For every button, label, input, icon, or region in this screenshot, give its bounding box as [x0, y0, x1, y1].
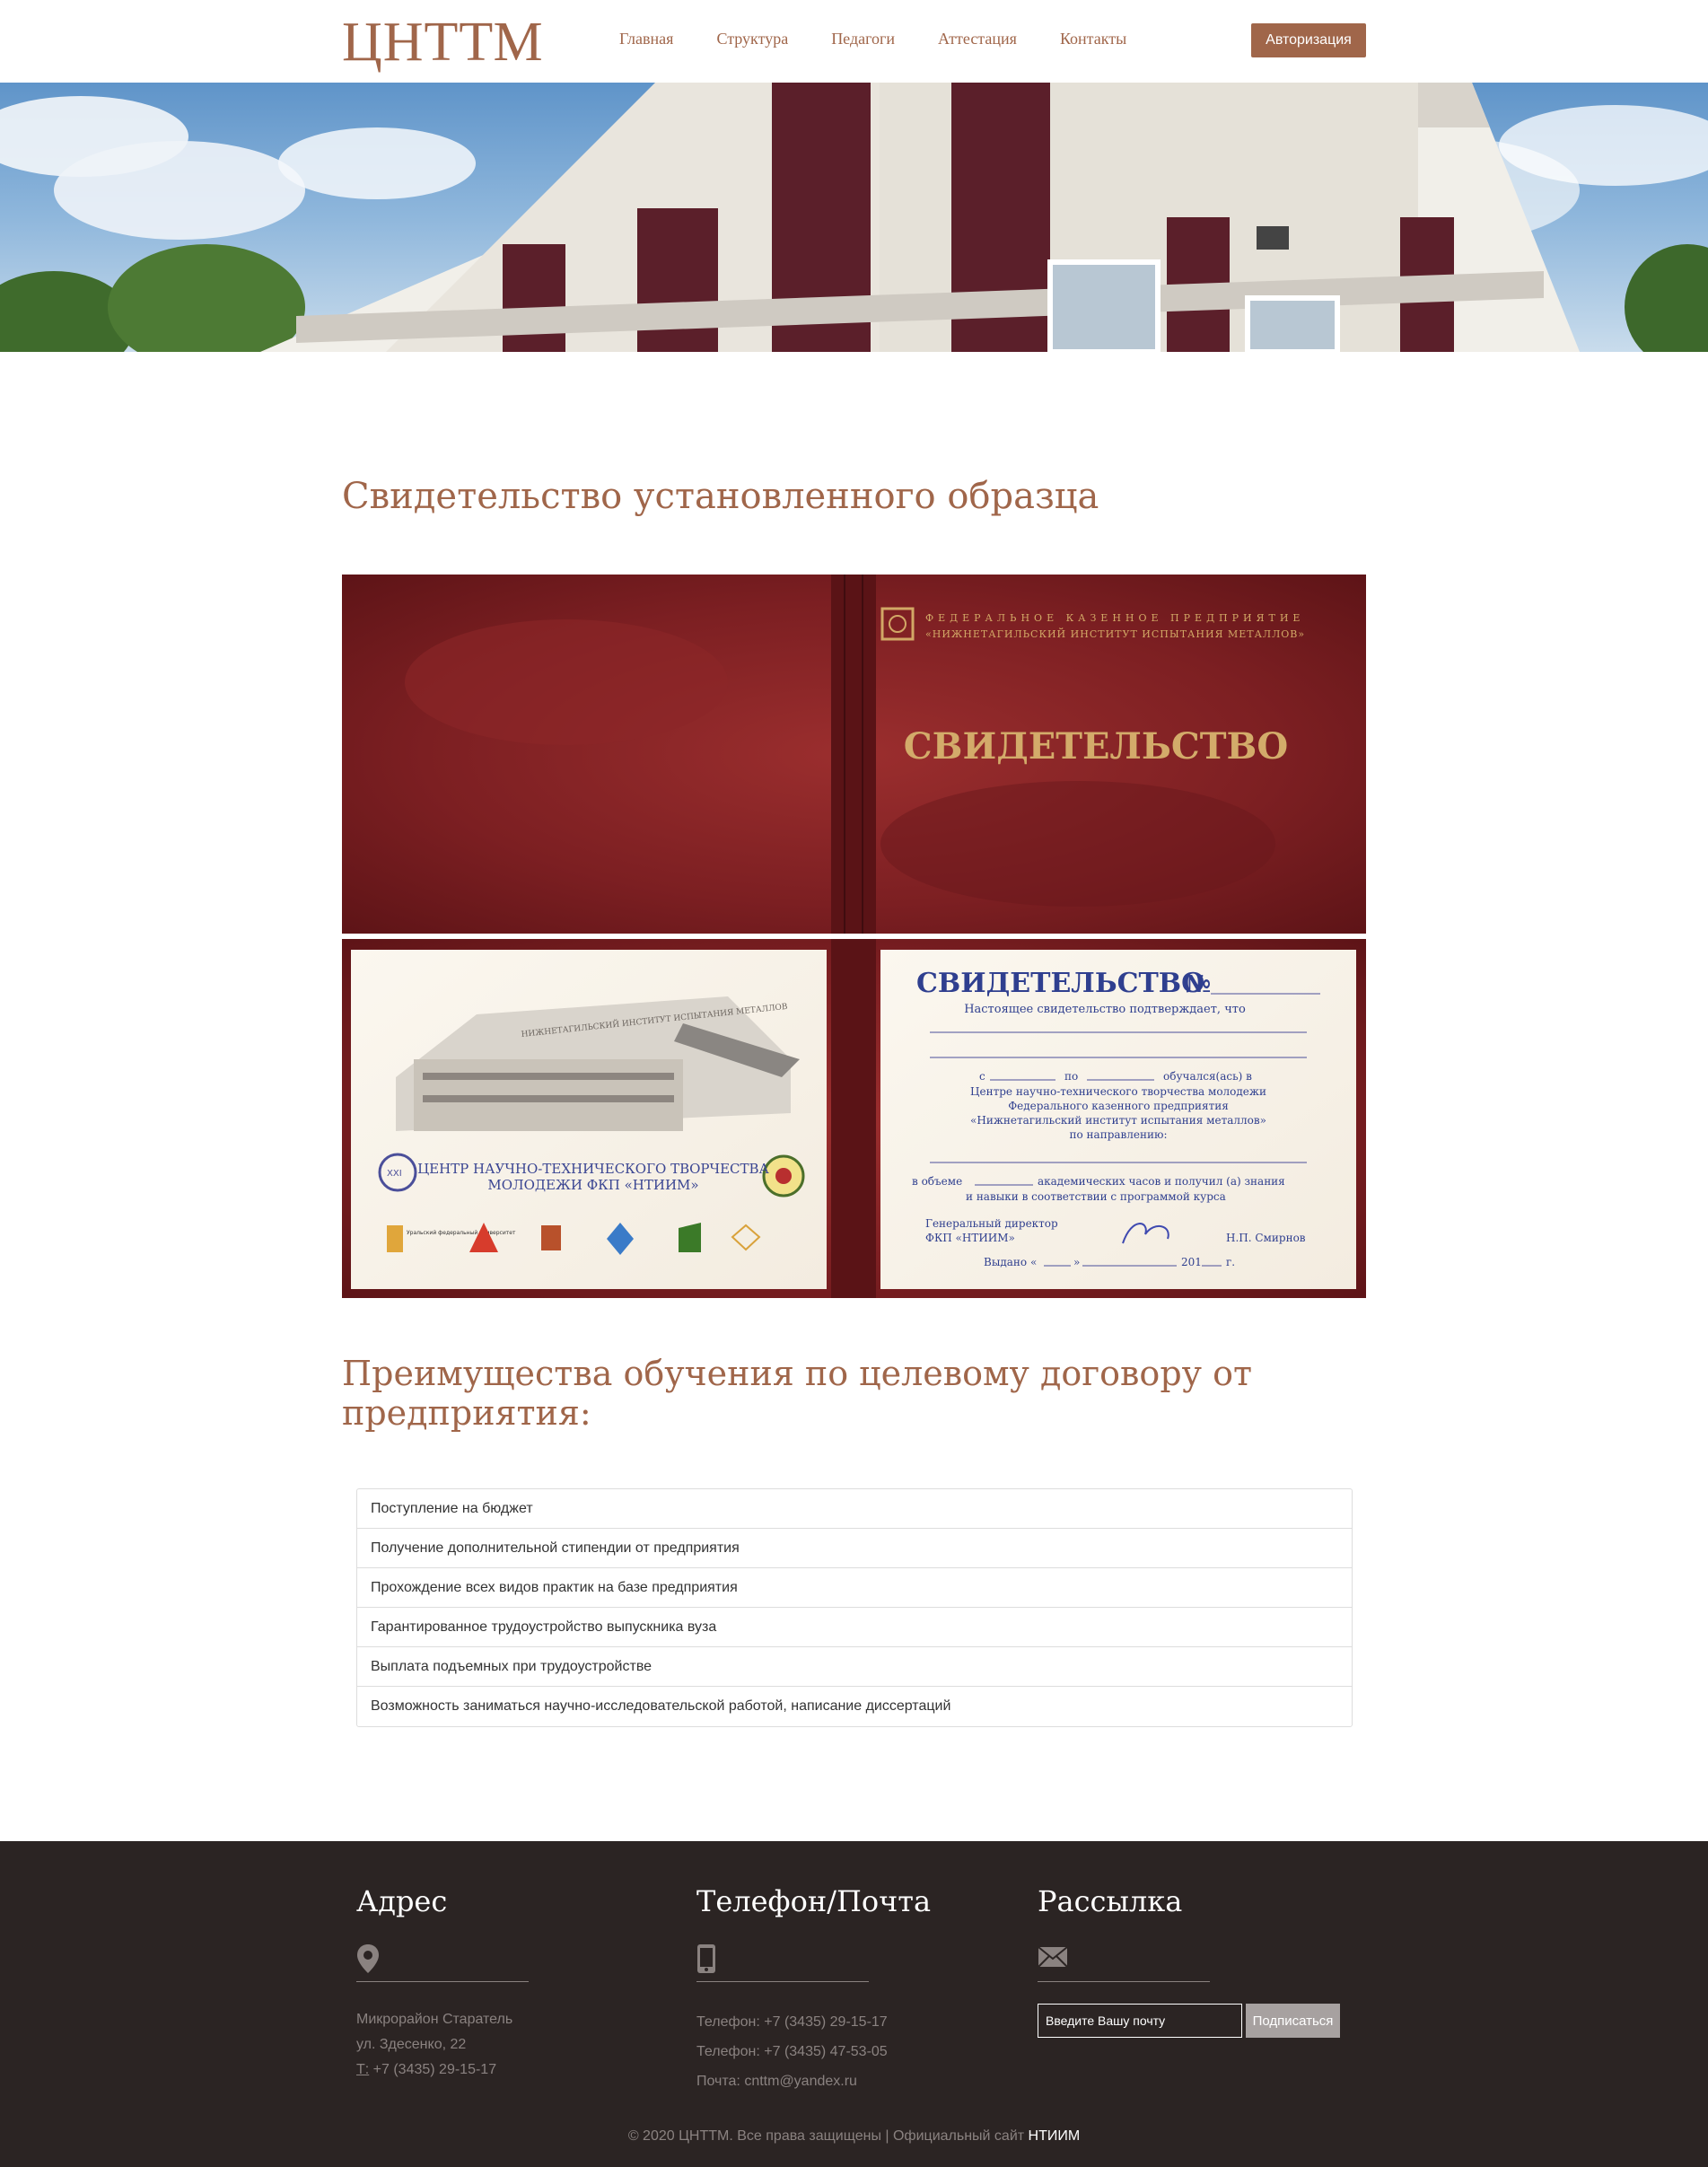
cover-org-text: «НИЖНЕТАГИЛЬСКИЙ ИНСТИТУТ ИСПЫТАНИЯ МЕТА…	[925, 627, 1305, 640]
contact-email[interactable]: Почта: cnttm@yandex.ru	[696, 2066, 1002, 2096]
page-title: Свидетельство установленного образца	[342, 476, 1099, 517]
benefits-title: Преимущества обучения по целевому догово…	[342, 1354, 1252, 1433]
subscribe-button[interactable]: Подписаться	[1246, 2004, 1340, 2038]
newsletter-title: Рассылка	[1038, 1884, 1183, 1918]
address-line: Микрорайон Старатель	[356, 2012, 513, 2027]
right-title: СВИДЕТЕЛЬСТВО	[916, 968, 1204, 999]
left-center-line1: ЦЕНТР НАУЧНО-ТЕХНИЧЕСКОГО ТВОРЧЕСТВА	[417, 1161, 769, 1177]
divider	[696, 1981, 869, 1982]
footer-contacts: Телефон/Почта Телефон: +7 (3435) 29-15-1…	[696, 1884, 1002, 2096]
nav-home[interactable]: Главная	[619, 30, 673, 48]
left-logo-text: Уральский федеральный университет	[407, 1230, 516, 1236]
contact-phone-2[interactable]: Телефон: +7 (3435) 47-53-05	[696, 2037, 1002, 2066]
right-volume-c: и навыки в соответствии с программой кур…	[966, 1190, 1226, 1203]
phone-prefix: Т:	[356, 2062, 370, 2077]
right-line4: по направлению:	[1070, 1128, 1168, 1141]
left-center-line2: МОЛОДЕЖИ ФКП «НТИИМ»	[487, 1177, 698, 1193]
divider	[356, 1981, 529, 1982]
right-director1: Генеральный директор	[925, 1217, 1058, 1230]
right-studied: обучался(ась) в	[1163, 1070, 1252, 1083]
right-director-name: Н.П. Смирнов	[1226, 1232, 1306, 1244]
main-nav: Главная Структура Педагоги Аттестация Ко…	[619, 30, 1169, 48]
right-to: по	[1064, 1070, 1078, 1083]
right-line2: Федерального казенного предприятия	[1008, 1100, 1229, 1112]
copyright-text: © 2020 ЦНТТМ. Все права защищены | Офици…	[627, 2128, 1029, 2144]
site-logo[interactable]: ЦНТТМ	[342, 11, 544, 75]
auth-button[interactable]: Авторизация	[1251, 23, 1366, 57]
right-volume-a: в объеме	[912, 1175, 962, 1188]
contact-phone-1[interactable]: Телефон: +7 (3435) 29-15-17	[696, 2007, 1002, 2037]
copyright: © 2020 ЦНТТМ. Все права защищены | Офици…	[0, 2128, 1708, 2145]
envelope-icon	[1038, 1943, 1343, 1976]
right-number-sign: №	[1186, 971, 1211, 998]
right-from: с	[979, 1070, 985, 1083]
footer-address: Адрес Микрорайон Старатель ул. Здесенко,…	[356, 1884, 661, 2083]
right-line3: «Нижнетагильский институт испытания мета…	[970, 1114, 1266, 1127]
contacts-title: Телефон/Почта	[696, 1884, 932, 1918]
divider	[1038, 1981, 1210, 1982]
right-director2: ФКП «НТИИМ»	[925, 1232, 1015, 1244]
right-year-suffix: г.	[1226, 1256, 1235, 1268]
footer-newsletter: Рассылка Подписаться	[1038, 1884, 1343, 2038]
subscribe-form: Подписаться	[1038, 2004, 1343, 2038]
certificate-illustration: ФЕДЕРАЛЬНОЕ КАЗЕННОЕ ПРЕДПРИЯТИЕ «НИЖНЕТ…	[342, 575, 1366, 1298]
email-input[interactable]	[1038, 2004, 1242, 2038]
list-item: Возможность заниматься научно-исследоват…	[371, 1698, 951, 1714]
right-issued: Выдано «	[984, 1256, 1037, 1268]
hero-building-image	[0, 83, 1708, 352]
phone-icon	[696, 1943, 1002, 1976]
benefits-list: Поступление на бюджет Получение дополнит…	[356, 1488, 1353, 1727]
list-item: Прохождение всех видов практик на базе п…	[357, 1568, 1352, 1608]
ntiim-link[interactable]: НТИИМ	[1029, 2128, 1081, 2144]
map-pin-icon	[356, 1943, 661, 1976]
nav-attestation[interactable]: Аттестация	[938, 30, 1017, 48]
footer: Адрес Микрорайон Старатель ул. Здесенко,…	[0, 1841, 1708, 2167]
nav-teachers[interactable]: Педагоги	[831, 30, 895, 48]
header: ЦНТТМ Главная Структура Педагоги Аттеста…	[0, 0, 1708, 83]
right-volume-b: академических часов и получил (а) знания	[1038, 1175, 1285, 1188]
right-issued-b: »	[1073, 1256, 1080, 1268]
nav-structure[interactable]: Структура	[716, 30, 788, 48]
certificate-image: ФЕДЕРАЛЬНОЕ КАЗЕННОЕ ПРЕДПРИЯТИЕ «НИЖНЕТ…	[342, 575, 1366, 1302]
right-year: 201	[1181, 1256, 1202, 1268]
right-confirm: Настоящее свидетельство подтверждает, чт…	[964, 1003, 1246, 1016]
address-title: Адрес	[356, 1884, 448, 1918]
address-line: ул. Здесенко, 22	[356, 2037, 467, 2052]
right-line1: Центре научно-технического творчества мо…	[970, 1085, 1266, 1098]
cover-title-text: СВИДЕТЕЛЬСТВО	[904, 725, 1288, 768]
nav-contacts[interactable]: Контакты	[1060, 30, 1126, 48]
hero-banner	[0, 83, 1708, 352]
list-item: Гарантированное трудоустройство выпускни…	[357, 1608, 1352, 1647]
list-item: Поступление на бюджет	[357, 1489, 1352, 1529]
list-item: Выплата подъемных при трудоустройстве	[357, 1647, 1352, 1687]
svg-text:XXI: XXI	[387, 1169, 402, 1179]
list-item: Получение дополнительной стипендии от пр…	[357, 1529, 1352, 1568]
address-phone[interactable]: +7 (3435) 29-15-17	[369, 2062, 496, 2077]
cover-top-text: ФЕДЕРАЛЬНОЕ КАЗЕННОЕ ПРЕДПРИЯТИЕ	[925, 612, 1304, 624]
